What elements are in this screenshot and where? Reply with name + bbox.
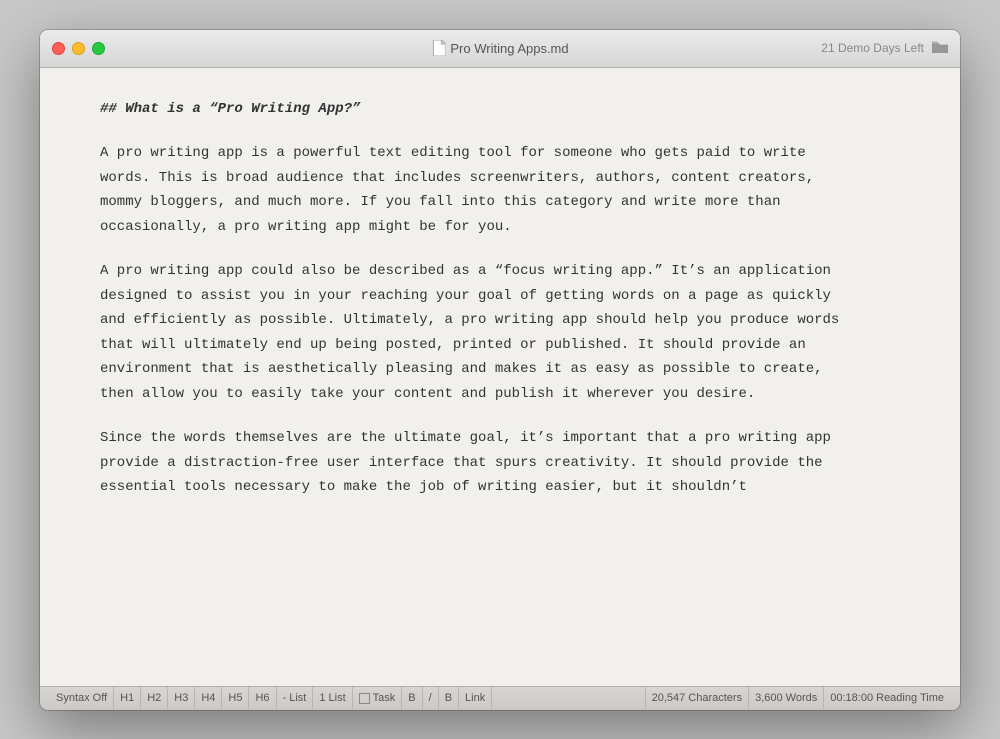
h2-label: H2	[147, 692, 161, 704]
task-label: Task	[373, 692, 396, 704]
document-heading: ## What is a “Pro Writing App?”	[100, 98, 860, 122]
titlebar-center: Pro Writing Apps.md	[431, 40, 568, 56]
minimize-button[interactable]	[72, 42, 85, 55]
bold-label: B	[408, 692, 415, 704]
bold-alt-label: B	[445, 692, 452, 704]
file-icon	[431, 40, 445, 56]
list-num-label: 1 List	[319, 692, 345, 704]
h3-item[interactable]: H3	[168, 687, 195, 710]
syntax-off-item[interactable]: Syntax Off	[50, 687, 114, 710]
list-dash-item[interactable]: - List	[277, 687, 314, 710]
reading-time-item: 00:18:00 Reading Time	[824, 687, 950, 710]
words-item: 3,600 Words	[749, 687, 824, 710]
h4-label: H4	[201, 692, 215, 704]
h3-label: H3	[174, 692, 188, 704]
app-window: Pro Writing Apps.md 21 Demo Days Left ##…	[40, 30, 960, 710]
words-label: 3,600 Words	[755, 692, 817, 704]
h5-item[interactable]: H5	[222, 687, 249, 710]
close-button[interactable]	[52, 42, 65, 55]
italic-item[interactable]: /	[423, 687, 439, 710]
titlebar: Pro Writing Apps.md 21 Demo Days Left	[40, 30, 960, 68]
bold-alt-item[interactable]: B	[439, 687, 459, 710]
titlebar-right: 21 Demo Days Left	[821, 41, 948, 56]
h6-label: H6	[255, 692, 269, 704]
markdown-content: ## What is a “Pro Writing App?” A pro wr…	[100, 98, 860, 500]
paragraph-1: A pro writing app is a powerful text edi…	[100, 141, 860, 239]
italic-label: /	[429, 692, 432, 704]
characters-item: 20,547 Characters	[646, 687, 750, 710]
spacer	[492, 687, 645, 710]
h5-label: H5	[228, 692, 242, 704]
traffic-lights	[52, 42, 105, 55]
list-dash-label: - List	[283, 692, 307, 704]
content-area[interactable]: ## What is a “Pro Writing App?” A pro wr…	[40, 68, 960, 686]
h2-item[interactable]: H2	[141, 687, 168, 710]
folder-icon[interactable]	[932, 41, 948, 56]
h6-item[interactable]: H6	[249, 687, 276, 710]
h4-item[interactable]: H4	[195, 687, 222, 710]
window-title: Pro Writing Apps.md	[450, 41, 568, 56]
statusbar: Syntax Off H1 H2 H3 H4 H5 H6 - List 1 Li…	[40, 686, 960, 710]
task-checkbox	[359, 693, 370, 704]
paragraph-3: Since the words themselves are the ultim…	[100, 426, 860, 500]
list-num-item[interactable]: 1 List	[313, 687, 352, 710]
reading-time-label: 00:18:00 Reading Time	[830, 692, 944, 704]
paragraph-2: A pro writing app could also be describe…	[100, 259, 860, 406]
link-label: Link	[465, 692, 485, 704]
bold-item[interactable]: B	[402, 687, 422, 710]
task-item[interactable]: Task	[353, 687, 403, 710]
h1-item[interactable]: H1	[114, 687, 141, 710]
link-item[interactable]: Link	[459, 687, 492, 710]
characters-label: 20,547 Characters	[652, 692, 743, 704]
maximize-button[interactable]	[92, 42, 105, 55]
syntax-off-label: Syntax Off	[56, 692, 107, 704]
h1-label: H1	[120, 692, 134, 704]
demo-days-label: 21 Demo Days Left	[821, 41, 924, 55]
